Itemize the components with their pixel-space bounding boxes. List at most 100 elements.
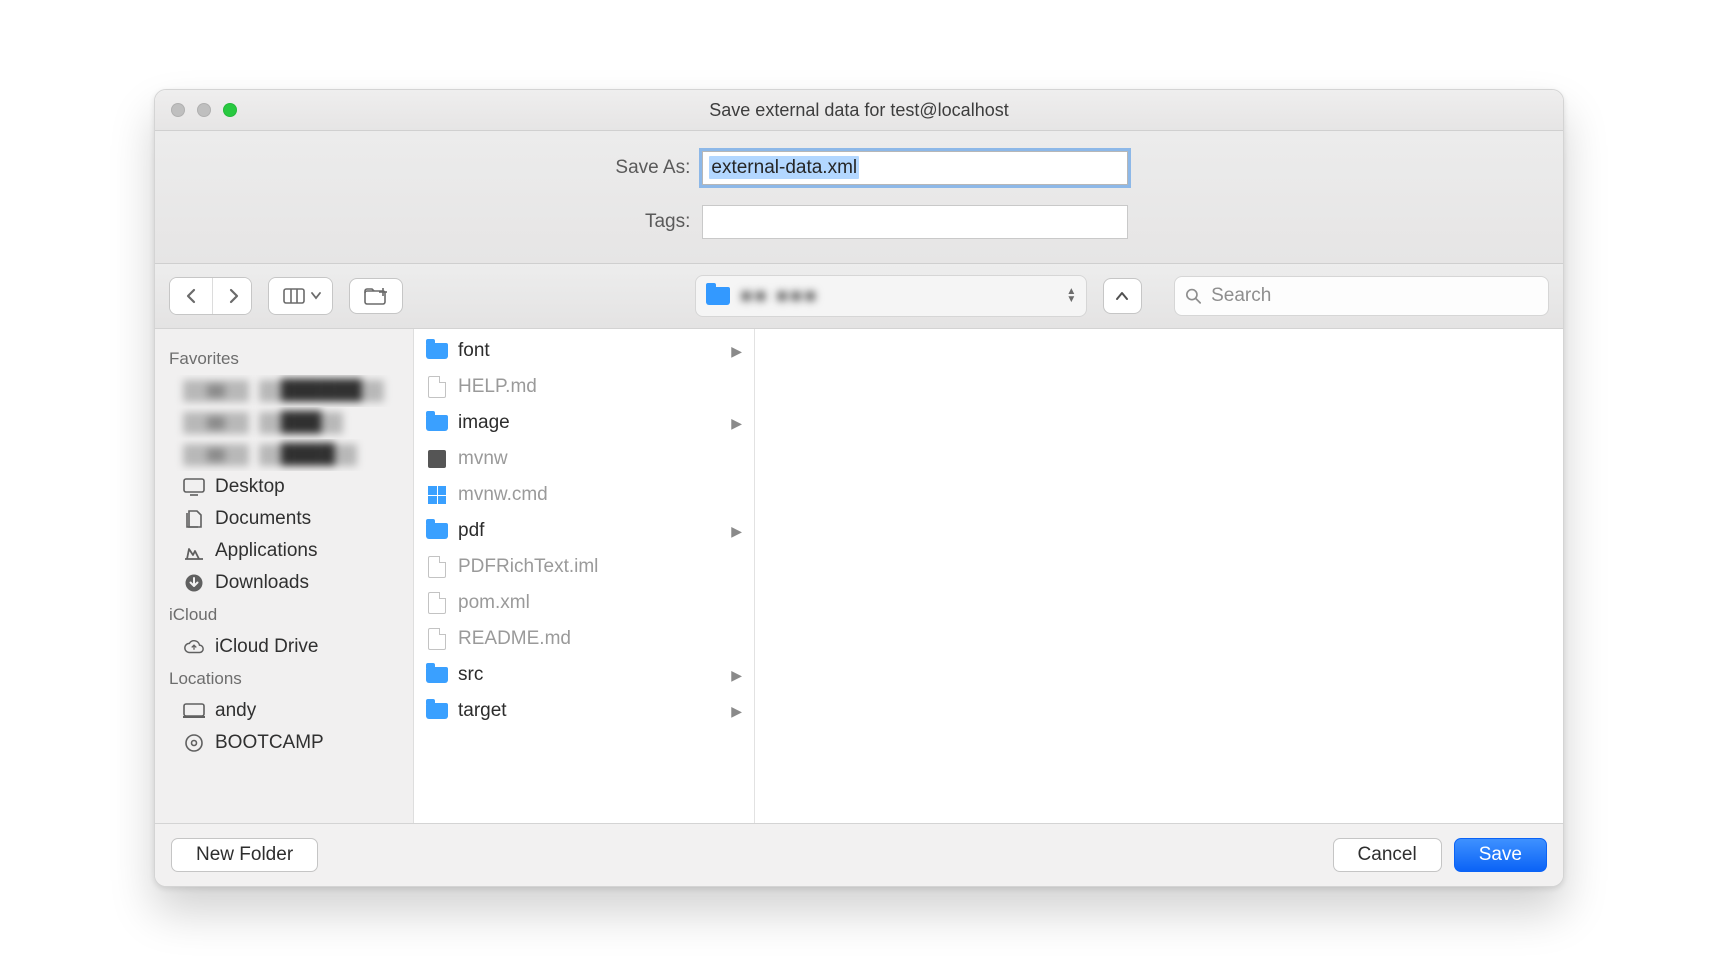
forward-button[interactable] [212, 278, 252, 314]
view-mode-segment [268, 277, 333, 315]
file-row[interactable]: font ▶ [414, 333, 754, 369]
blur-icon [183, 412, 249, 434]
folder-icon [706, 287, 730, 305]
tags-label: Tags: [155, 211, 702, 233]
blur-icon [183, 444, 249, 466]
sidebar-item-label: ███ [259, 412, 343, 434]
sidebar-item[interactable]: Desktop [155, 471, 413, 503]
sidebar-item-label: ██████ [259, 380, 384, 402]
sidebar-item-label: Desktop [215, 476, 285, 498]
file-column: font ▶ HELP.md image ▶ mvnw mvnw.cmd pdf ▶ PDFRic… [414, 329, 755, 823]
chevron-right-icon: ▶ [731, 343, 742, 360]
close-window-button[interactable] [171, 103, 185, 117]
exec-icon [426, 448, 448, 470]
file-name: target [458, 700, 507, 722]
sidebar-heading: Favorites [155, 343, 413, 375]
file-row: mvnw.cmd [414, 477, 754, 513]
view-mode-button[interactable] [269, 278, 333, 314]
sidebar-item-label: Applications [215, 540, 317, 562]
chevron-right-icon [227, 288, 241, 304]
group-button[interactable] [349, 278, 403, 314]
sidebar-item[interactable]: andy [155, 695, 413, 727]
search-input[interactable] [1209, 284, 1538, 308]
folder-icon [426, 340, 448, 362]
dialog-footer: New Folder Cancel Save [155, 823, 1563, 886]
save-button[interactable]: Save [1454, 838, 1547, 872]
tags-input[interactable] [702, 205, 1128, 239]
file-name: font [458, 340, 490, 362]
file-browser: Favorites█████████████DesktopDocumentsAp… [155, 329, 1563, 823]
sidebar-item[interactable]: ██████ [155, 375, 413, 407]
sidebar-item[interactable]: Downloads [155, 567, 413, 599]
save-form: Save As: external-data.xml Tags: [155, 131, 1563, 264]
chevron-right-icon: ▶ [731, 523, 742, 540]
navigation-segment [169, 277, 252, 315]
file-name: mvnw.cmd [458, 484, 548, 506]
chevron-right-icon: ▶ [731, 415, 742, 432]
file-icon [426, 592, 448, 614]
new-folder-icon [364, 287, 388, 305]
sidebar-item[interactable]: BOOTCAMP [155, 727, 413, 759]
save-dialog-window: Save external data for test@localhost Sa… [154, 89, 1564, 887]
file-icon [426, 628, 448, 650]
file-row[interactable]: image ▶ [414, 405, 754, 441]
sidebar-item-label: Downloads [215, 572, 309, 594]
sidebar-item[interactable]: ███ [155, 407, 413, 439]
downloads-icon [183, 572, 205, 594]
file-name: src [458, 664, 483, 686]
search-field-wrap[interactable] [1174, 276, 1549, 316]
file-name: pom.xml [458, 592, 530, 614]
disk-icon [183, 732, 205, 754]
save-as-label: Save As: [155, 157, 702, 179]
current-folder-name: ■■ ■■■ [740, 285, 818, 308]
folder-icon [426, 412, 448, 434]
file-name: HELP.md [458, 376, 537, 398]
file-row: mvnw [414, 441, 754, 477]
chevron-up-icon [1115, 290, 1129, 302]
sidebar-item-label: BOOTCAMP [215, 732, 324, 754]
sidebar-item[interactable]: ████ [155, 439, 413, 471]
file-row[interactable]: src ▶ [414, 657, 754, 693]
file-name: PDFRichText.iml [458, 556, 598, 578]
windows-icon [426, 484, 448, 506]
file-name: mvnw [458, 448, 508, 470]
sidebar-item-label: ████ [259, 444, 357, 466]
maximize-window-button[interactable] [223, 103, 237, 117]
columns-icon [283, 288, 305, 304]
chevron-down-icon [311, 292, 321, 300]
documents-icon [183, 508, 205, 530]
sidebar-item[interactable]: iCloud Drive [155, 631, 413, 663]
sidebar-item[interactable]: Documents [155, 503, 413, 535]
collapse-button[interactable] [1103, 278, 1141, 314]
file-row[interactable]: target ▶ [414, 693, 754, 729]
file-browser-toolbar: ■■ ■■■ ▲▼ [155, 264, 1563, 329]
file-row[interactable]: pdf ▶ [414, 513, 754, 549]
window-title: Save external data for test@localhost [155, 100, 1563, 121]
cloud-icon [183, 636, 205, 658]
sidebar-heading: iCloud [155, 599, 413, 631]
chevron-right-icon: ▶ [731, 703, 742, 720]
new-folder-button[interactable]: New Folder [171, 838, 318, 872]
back-button[interactable] [170, 278, 212, 314]
file-icon [426, 556, 448, 578]
traffic-lights [155, 103, 237, 117]
applications-icon [183, 540, 205, 562]
file-row: README.md [414, 621, 754, 657]
sidebar-item[interactable]: Applications [155, 535, 413, 567]
sidebar: Favorites█████████████DesktopDocumentsAp… [155, 329, 414, 823]
file-row: HELP.md [414, 369, 754, 405]
title-bar: Save external data for test@localhost [155, 90, 1563, 131]
path-popup-button[interactable]: ■■ ■■■ ▲▼ [695, 275, 1087, 317]
cancel-button[interactable]: Cancel [1333, 838, 1442, 872]
blur-icon [183, 380, 249, 402]
detail-column [755, 329, 1563, 823]
search-icon [1185, 287, 1202, 305]
computer-icon [183, 700, 205, 722]
chevron-right-icon: ▶ [731, 667, 742, 684]
file-name: pdf [458, 520, 484, 542]
minimize-window-button[interactable] [197, 103, 211, 117]
chevron-left-icon [184, 288, 198, 304]
file-row: PDFRichText.iml [414, 549, 754, 585]
file-name: image [458, 412, 510, 434]
sidebar-heading: Locations [155, 663, 413, 695]
